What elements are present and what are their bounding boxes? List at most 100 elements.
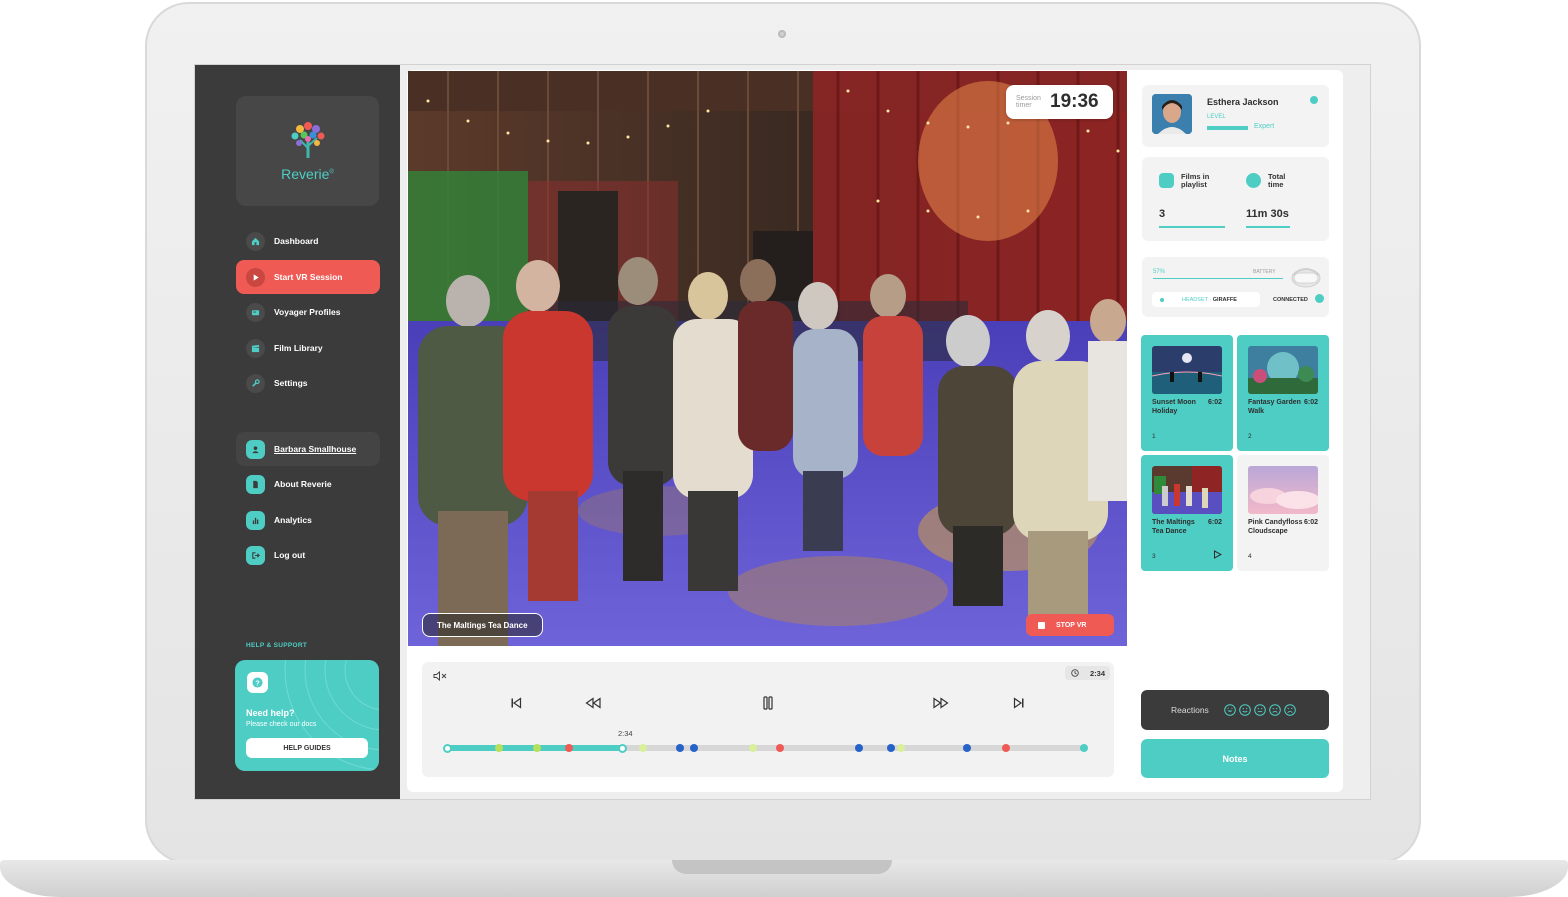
playlist-tile[interactable]: Fantasy Garden Walk 6:02 2 [1237, 335, 1329, 451]
logout-icon [246, 545, 265, 565]
total-time-value: 11m 30s [1246, 208, 1289, 220]
help-guides-button[interactable]: HELP GUIDES [246, 738, 368, 758]
sad-face-icon[interactable] [1269, 704, 1281, 716]
progress-marker[interactable] [886, 744, 895, 752]
voyager-name: Esthera Jackson [1207, 97, 1279, 107]
progress-marker[interactable] [532, 744, 541, 752]
svg-text:?: ? [255, 678, 260, 687]
skip-previous-button[interactable] [508, 695, 524, 711]
app-screen: Reverie® Dashboard Start VR Session Voya… [195, 65, 1370, 799]
logo-text: Reverie® [281, 166, 334, 182]
video-frame [408, 71, 1127, 646]
film-thumbnail [1248, 346, 1318, 394]
sidebar: Reverie® Dashboard Start VR Session Voya… [195, 65, 400, 799]
progress-marker[interactable] [897, 744, 906, 752]
progress-marker[interactable] [495, 744, 504, 752]
headset-name-pill[interactable]: HEADSET · GIRAFFE [1152, 292, 1260, 307]
progress-marker[interactable] [775, 744, 784, 752]
progress-marker[interactable] [639, 744, 648, 752]
film-title: Pink Candyfloss Cloudscape [1248, 519, 1303, 535]
level-value: Expert [1254, 123, 1275, 130]
pause-button[interactable] [760, 695, 776, 711]
film-duration: 6:02 [1207, 519, 1222, 526]
level-label: LEVEL [1207, 114, 1226, 120]
headset-indicator-icon [1160, 297, 1164, 302]
level-bar [1207, 126, 1248, 130]
nav-label: Voyager Profiles [274, 307, 341, 317]
nav-analytics[interactable]: Analytics [236, 503, 380, 537]
progress-time-label: 2:34 [618, 729, 633, 738]
film-thumbnail [1152, 466, 1222, 514]
progress-marker[interactable] [963, 744, 972, 752]
nav-voyager-profiles[interactable]: Voyager Profiles [236, 295, 380, 329]
progress-marker[interactable] [854, 744, 863, 752]
stop-vr-label: STOP VR [1056, 621, 1087, 629]
nav-film-library[interactable]: Film Library [236, 331, 380, 365]
clock-stat-icon [1246, 173, 1261, 188]
progress-marker[interactable] [748, 744, 757, 752]
help-title: Need help? [246, 708, 295, 718]
happy-face-icon[interactable] [1239, 704, 1251, 716]
playlist-icon [1159, 173, 1174, 188]
tree-logo-icon [291, 122, 325, 158]
skip-next-button[interactable] [1011, 695, 1027, 711]
nav-log-out[interactable]: Log out [236, 538, 380, 572]
nav-label: Start VR Session [274, 272, 343, 282]
clock-icon [1071, 669, 1079, 677]
session-timer-value: 19:36 [1050, 91, 1099, 112]
progress-marker[interactable] [564, 744, 573, 752]
playlist-tile[interactable]: Pink Candyfloss Cloudscape 6:02 4 [1237, 455, 1329, 571]
nav-label: About Reverie [274, 479, 332, 489]
avatar [1152, 94, 1192, 134]
progress-marker[interactable] [1080, 744, 1088, 752]
film-index: 2 [1248, 433, 1252, 440]
progress-track[interactable] [443, 743, 1088, 753]
nav-user-profile[interactable]: Barbara Smallhouse [236, 432, 380, 466]
nav-dashboard[interactable]: Dashboard [236, 224, 380, 258]
progress-marker[interactable] [690, 744, 699, 752]
clapperboard-icon [246, 338, 265, 358]
progress-marker[interactable] [443, 743, 452, 753]
video-player[interactable]: Session timer 19:36 The Maltings Tea Dan… [408, 71, 1127, 646]
laughing-face-icon[interactable] [1224, 704, 1236, 716]
playlist-tile[interactable]: Sunset Moon Holiday 6:02 1 [1141, 335, 1233, 451]
help-section-label: HELP & SUPPORT [246, 642, 308, 649]
nav-start-vr-session[interactable]: Start VR Session [236, 260, 380, 294]
upset-face-icon[interactable] [1284, 704, 1296, 716]
skip-next-icon [1013, 697, 1024, 709]
play-icon[interactable] [1213, 550, 1222, 559]
elapsed-time-value: 2:34 [1089, 668, 1105, 678]
voyager-profile-card[interactable]: Esthera Jackson LEVEL Expert [1142, 85, 1329, 147]
id-card-icon [246, 302, 265, 322]
progress-marker[interactable] [676, 744, 685, 752]
fast-forward-button[interactable] [933, 695, 949, 711]
playlist-tile-playing[interactable]: The Maltings Tea Dance 6:02 3 [1141, 455, 1233, 571]
notes-button[interactable]: Notes [1141, 739, 1329, 778]
home-icon [246, 231, 265, 251]
nav-about-reverie[interactable]: About Reverie [236, 467, 380, 501]
reaction-emojis [1224, 704, 1296, 716]
headset-prefix: HEADSET · [1182, 296, 1212, 303]
time-divider [1246, 226, 1290, 228]
films-in-playlist-label: Films in playlist [1181, 172, 1210, 189]
logo[interactable]: Reverie® [236, 96, 379, 206]
film-index: 1 [1152, 433, 1156, 440]
progress-marker[interactable] [1002, 744, 1011, 752]
films-divider [1159, 226, 1225, 228]
film-title: The Maltings Tea Dance [1152, 519, 1195, 535]
rewind-button[interactable] [585, 695, 601, 711]
film-index: 4 [1248, 553, 1252, 560]
nav-label: Log out [274, 550, 306, 560]
progress-marker[interactable] [618, 743, 628, 753]
playlist-stats-card: Films in playlist 3 Total time 11m 30s [1142, 157, 1329, 241]
nav-label: Settings [274, 378, 308, 388]
stop-vr-button[interactable]: STOP VR [1026, 614, 1114, 636]
stop-icon [1038, 621, 1045, 629]
mute-icon[interactable] [433, 671, 447, 681]
film-title: Fantasy Garden Walk [1248, 399, 1301, 415]
reactions-button[interactable]: Reactions [1141, 690, 1329, 730]
session-timer-label: Session timer [1016, 95, 1041, 109]
verified-check-icon [1310, 96, 1318, 104]
neutral-face-icon[interactable] [1254, 704, 1266, 716]
nav-settings[interactable]: Settings [236, 366, 380, 400]
